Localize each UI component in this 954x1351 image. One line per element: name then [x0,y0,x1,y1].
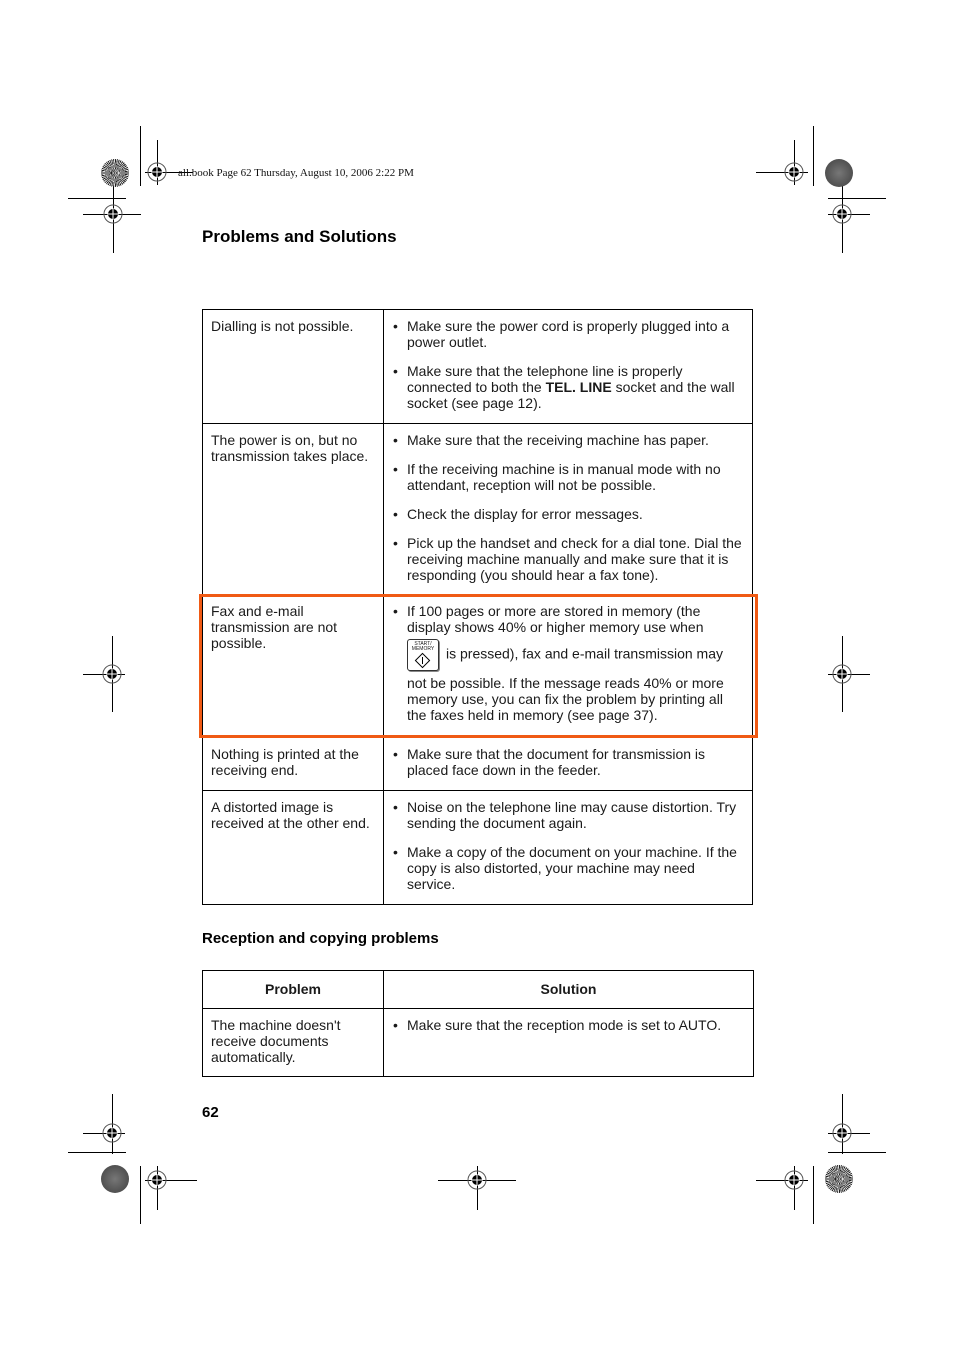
crop-line [68,198,126,199]
solution-item: Check the display for error messages. [392,506,746,522]
problem-cell: The power is on, but no transmission tak… [202,423,384,595]
reception-problems-table: Problem Solution The machine doesn't rec… [202,970,754,1077]
crop-line [68,1152,126,1153]
transmission-problems-table: Dialling is not possible. Make sure the … [202,309,753,905]
solution-text: If 100 pages or more are stored in memor… [407,603,704,635]
table-row: The machine doesn't receive documents au… [202,1008,754,1077]
key-label: START/ MEMORY [411,641,435,652]
solution-item: Noise on the telephone line may cause di… [392,799,746,831]
problem-cell: Fax and e-mail transmission are not poss… [202,594,384,738]
table-row: A distorted image is received at the oth… [202,790,753,905]
solution-item: If the receiving machine is in manual mo… [392,461,746,493]
crop-line [828,198,886,199]
color-wheel-icon [825,159,853,187]
color-wheel-icon [825,1165,853,1193]
print-header-stamp: all.book Page 62 Thursday, August 10, 20… [178,167,414,179]
table-row: Dialling is not possible. Make sure the … [202,309,753,424]
crop-line [813,126,814,186]
section-subtitle: Reception and copying problems [202,930,439,947]
crop-line [828,1152,886,1153]
registration-target-icon [102,664,122,684]
solution-item: Make sure that the telephone line is pro… [392,363,746,411]
registration-target-icon [832,1123,852,1143]
solution-cell: Make sure that the document for transmis… [383,737,753,791]
registration-target-icon [147,1170,167,1190]
crop-line [813,1166,814,1224]
table-row: Nothing is printed at the receiving end.… [202,737,753,791]
registration-target-icon [147,162,167,182]
solution-item: If 100 pages or more are stored in memor… [392,603,746,723]
tel-line-label: TEL. LINE [545,379,612,395]
problem-cell: Dialling is not possible. [202,309,384,424]
page-number: 62 [202,1104,219,1121]
registration-target-icon [832,664,852,684]
registration-target-icon [784,1170,804,1190]
solution-cell: Noise on the telephone line may cause di… [383,790,753,905]
problem-cell: The machine doesn't receive documents au… [202,1008,384,1077]
column-header-solution: Solution [383,970,754,1009]
table-header-row: Problem Solution [202,970,754,1009]
color-wheel-icon [101,1165,129,1193]
solution-cell: If 100 pages or more are stored in memor… [383,594,753,738]
solution-item: Make sure that the receiving machine has… [392,432,746,448]
registration-target-icon [467,1170,487,1190]
solution-item: Make sure the power cord is properly plu… [392,318,746,350]
table-row-highlighted: Fax and e-mail transmission are not poss… [202,594,753,738]
solution-cell: Make sure the power cord is properly plu… [383,309,753,424]
problem-cell: A distorted image is received at the oth… [202,790,384,905]
registration-target-icon [832,204,852,224]
crop-line [140,126,141,186]
problem-cell: Nothing is printed at the receiving end. [202,737,384,791]
table-row: The power is on, but no transmission tak… [202,423,753,595]
crop-line [140,1166,141,1224]
solution-text: is pressed), fax and e-mail transmission… [407,645,724,723]
solution-item: Make a copy of the document on your mach… [392,844,746,892]
diamond-bar-glyph [422,657,423,664]
solution-cell: Make sure that the receiving machine has… [383,423,753,595]
color-wheel-icon [101,159,129,187]
solution-item: Make sure that the reception mode is set… [392,1017,747,1033]
solution-cell: Make sure that the reception mode is set… [383,1008,754,1077]
start-memory-key-icon: START/ MEMORY [407,639,439,671]
column-header-problem: Problem [202,970,384,1009]
solution-item: Pick up the handset and check for a dial… [392,535,746,583]
registration-target-icon [784,162,804,182]
registration-target-icon [103,204,123,224]
registration-target-icon [102,1123,122,1143]
solution-item: Make sure that the document for transmis… [392,746,746,778]
page-title: Problems and Solutions [202,227,397,246]
